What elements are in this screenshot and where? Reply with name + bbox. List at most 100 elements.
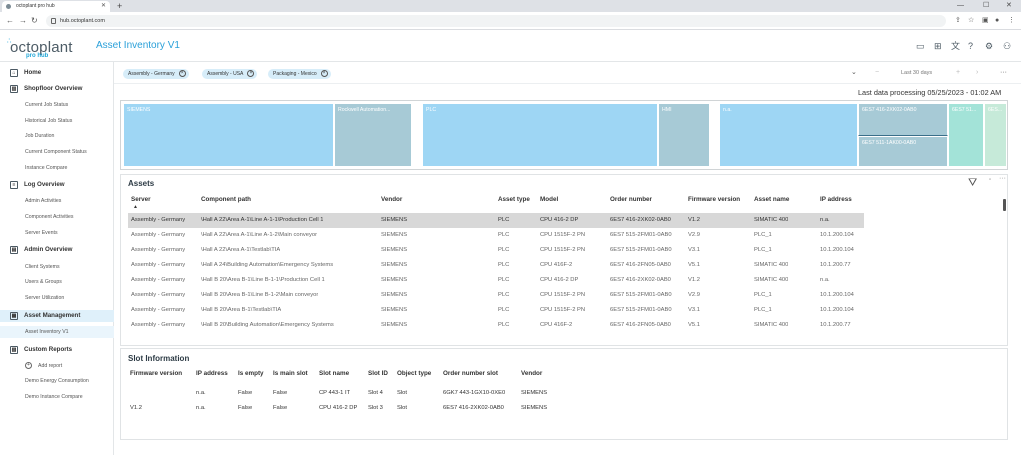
slot-header-object-type[interactable]: Object type: [397, 370, 431, 377]
help-icon[interactable]: ?: [968, 41, 973, 51]
maximize-icon[interactable]: ☐: [983, 0, 989, 12]
table-row[interactable]: Assembly - Germany \Hall B 20\Area B-1\Li…: [128, 288, 864, 303]
filter-chip-assembly-germany[interactable]: Assembly - Germany ×: [123, 69, 189, 79]
table-row[interactable]: Assembly - Germany \Hall A 24\Building Au…: [128, 258, 864, 273]
slot-header-is-empty[interactable]: Is empty: [238, 370, 264, 377]
back-icon[interactable]: ←: [6, 15, 14, 27]
sidebar-item-add-report[interactable]: + Add report: [0, 360, 114, 372]
browser-menu-icon[interactable]: ⋮: [1008, 16, 1015, 26]
sidebar-item-job-duration[interactable]: Job Duration: [0, 130, 114, 142]
table-cell: Assembly - Germany: [131, 217, 186, 223]
sidebar-item-admin-activities[interactable]: Admin Activities: [0, 195, 114, 207]
sidebar-item-demo-energy[interactable]: Demo Energy Consumption: [0, 375, 114, 387]
expand-icon[interactable]: ▫: [989, 177, 991, 183]
chevron-down-icon[interactable]: ⌄: [851, 68, 857, 78]
treemap-cell-rockwell[interactable]: Rockwell Automation...: [334, 103, 412, 167]
sidebar-item-server-utilization[interactable]: Server Utilization: [0, 292, 114, 304]
sidebar-item-demo-instance-compare[interactable]: Demo Instance Compare: [0, 391, 114, 403]
treemap-cell-hmi[interactable]: HMI: [658, 103, 710, 167]
sidebar-item-client-systems[interactable]: Client Systems: [0, 261, 114, 273]
column-header-vendor[interactable]: Vendor: [381, 196, 402, 203]
sidebar-item-home[interactable]: ⌂ Home: [0, 67, 114, 79]
language-icon[interactable]: 文: [951, 41, 960, 51]
slot-header-ip-address[interactable]: IP address: [196, 370, 228, 377]
treemap-cell-order-small[interactable]: 6ES...: [984, 103, 1007, 167]
sidebar-item-component-activities[interactable]: Component Activities: [0, 211, 114, 223]
filter-chip-packaging-mexico[interactable]: Packaging - Mexico ×: [268, 69, 331, 79]
table-row[interactable]: n.a. False False CP 443-1 IT Slot 4 Slot 6GK7 …: [130, 390, 570, 400]
table-row[interactable]: Assembly - Germany \Hall B 20\Area B-1\Te…: [128, 303, 864, 318]
sidebar-section-shopfloor[interactable]: ▥ Shopfloor Overview: [0, 83, 114, 95]
slot-header-firmware-version[interactable]: Firmware version: [130, 370, 182, 377]
sidebar: ⌂ Home ▥ Shopfloor Overview Current Job …: [0, 62, 114, 455]
column-header-asset-name[interactable]: Asset name: [754, 196, 789, 203]
sidebar-item-users-groups[interactable]: Users & Groups: [0, 276, 114, 288]
grid-apps-icon[interactable]: ⊞: [934, 41, 942, 51]
column-header-ip-address[interactable]: IP address: [820, 196, 852, 203]
sidebar-section-custom-reports[interactable]: ▧ Custom Reports: [0, 344, 114, 356]
profile-icon[interactable]: ●: [995, 16, 999, 26]
share-icon[interactable]: ⇪: [955, 16, 961, 26]
panel-menu-icon[interactable]: ···: [999, 175, 1006, 182]
column-header-component-path[interactable]: Component path: [201, 196, 251, 203]
sidebar-item-historical-job-status[interactable]: Historical Job Status: [0, 115, 114, 127]
column-header-model[interactable]: Model: [540, 196, 558, 203]
column-header-order-number[interactable]: Order number: [610, 196, 652, 203]
sidebar-item-instance-compare[interactable]: Instance Compare: [0, 162, 114, 174]
previous-range-icon[interactable]: −: [875, 68, 879, 78]
treemap-cell-siemens[interactable]: SIEMENS: [123, 103, 334, 167]
settings-gear-icon[interactable]: ⚙: [985, 41, 993, 51]
slot-header-vendor[interactable]: Vendor: [521, 370, 542, 377]
slot-header-is-main-slot[interactable]: Is main slot: [273, 370, 308, 377]
reload-icon[interactable]: ↻: [31, 15, 38, 27]
treemap-cell-plc[interactable]: PLC: [422, 103, 658, 167]
table-row[interactable]: Assembly - Germany \Hall A 22\Area A-1\Te…: [128, 243, 864, 258]
table-row[interactable]: Assembly - Germany \Hall B 20\Building Au…: [128, 318, 864, 333]
treemap-cell-na[interactable]: n.a.: [719, 103, 858, 167]
table-cell: CP 443-1 IT: [319, 390, 351, 396]
table-cell: SIEMENS: [381, 247, 408, 253]
slot-header-order-number-slot[interactable]: Order number slot: [443, 370, 498, 377]
treemap-cell-order-51[interactable]: 6ES7 51...: [948, 103, 984, 167]
sidebar-section-asset-management[interactable]: ▦ Asset Management: [0, 310, 114, 322]
user-icon[interactable]: ⚇: [1003, 41, 1011, 51]
monitor-icon[interactable]: ▭: [916, 41, 925, 51]
more-options-icon[interactable]: ···: [1000, 68, 1007, 78]
column-header-server[interactable]: Server: [131, 196, 151, 203]
table-row[interactable]: Assembly - Germany \Hall A 22\Area A-1\Li…: [128, 213, 864, 228]
bookmark-star-icon[interactable]: ☆: [968, 16, 974, 26]
treemap-cell-order-416[interactable]: 6ES7 416-2XK02-0AB0: [858, 103, 948, 136]
remove-filter-icon[interactable]: ×: [247, 70, 255, 77]
close-tab-icon[interactable]: ✕: [101, 1, 106, 12]
table-row[interactable]: Assembly - Germany \Hall A 22\Area A-1\Li…: [128, 228, 864, 243]
minimize-icon[interactable]: —: [957, 0, 964, 12]
vertical-scrollbar[interactable]: [1003, 199, 1006, 211]
table-row[interactable]: Assembly - Germany \Hall B 20\Area B-1\Li…: [128, 273, 864, 288]
treemap-cell-order-511[interactable]: 6ES7 511-1AK00-0AB0: [858, 136, 948, 167]
filter-chip-assembly-usa[interactable]: Assembly - USA ×: [202, 69, 258, 79]
new-tab-button[interactable]: +: [117, 0, 122, 12]
sidebar-item-server-events[interactable]: Server Events: [0, 227, 114, 239]
close-window-icon[interactable]: ✕: [1006, 0, 1012, 12]
slot-header-slot-id[interactable]: Slot ID: [368, 370, 388, 377]
time-range-picker[interactable]: Last 30 days: [901, 68, 932, 78]
sidebar-section-log[interactable]: ≡ Log Overview: [0, 179, 114, 191]
address-bar[interactable]: hub.octoplant.com: [46, 15, 946, 27]
remove-filter-icon[interactable]: ×: [320, 70, 328, 77]
next-range-icon[interactable]: ›: [976, 68, 978, 78]
zoom-in-icon[interactable]: +: [956, 68, 960, 78]
slot-header-slot-name[interactable]: Slot name: [319, 370, 349, 377]
sidebar-section-admin[interactable]: ▤ Admin Overview: [0, 244, 114, 256]
sidebar-item-current-component-status[interactable]: Current Component Status: [0, 146, 114, 158]
sort-ascending-icon[interactable]: ▲: [133, 204, 138, 210]
column-header-firmware-version[interactable]: Firmware version: [688, 196, 740, 203]
column-header-asset-type[interactable]: Asset type: [498, 196, 530, 203]
forward-icon[interactable]: →: [19, 15, 27, 27]
sidepanel-icon[interactable]: ▣: [982, 16, 989, 26]
filter-funnel-icon[interactable]: ⛛: [968, 177, 977, 190]
table-row[interactable]: V1.2 n.a. False False CPU 416-2 DP Slot 3 Slot…: [130, 405, 570, 415]
remove-filter-icon[interactable]: ×: [178, 70, 186, 77]
sidebar-item-current-job-status[interactable]: Current Job Status: [0, 99, 114, 111]
browser-tab[interactable]: octoplant pro hub ✕: [2, 1, 110, 12]
sidebar-item-asset-inventory[interactable]: Asset Inventory V1: [0, 326, 114, 338]
